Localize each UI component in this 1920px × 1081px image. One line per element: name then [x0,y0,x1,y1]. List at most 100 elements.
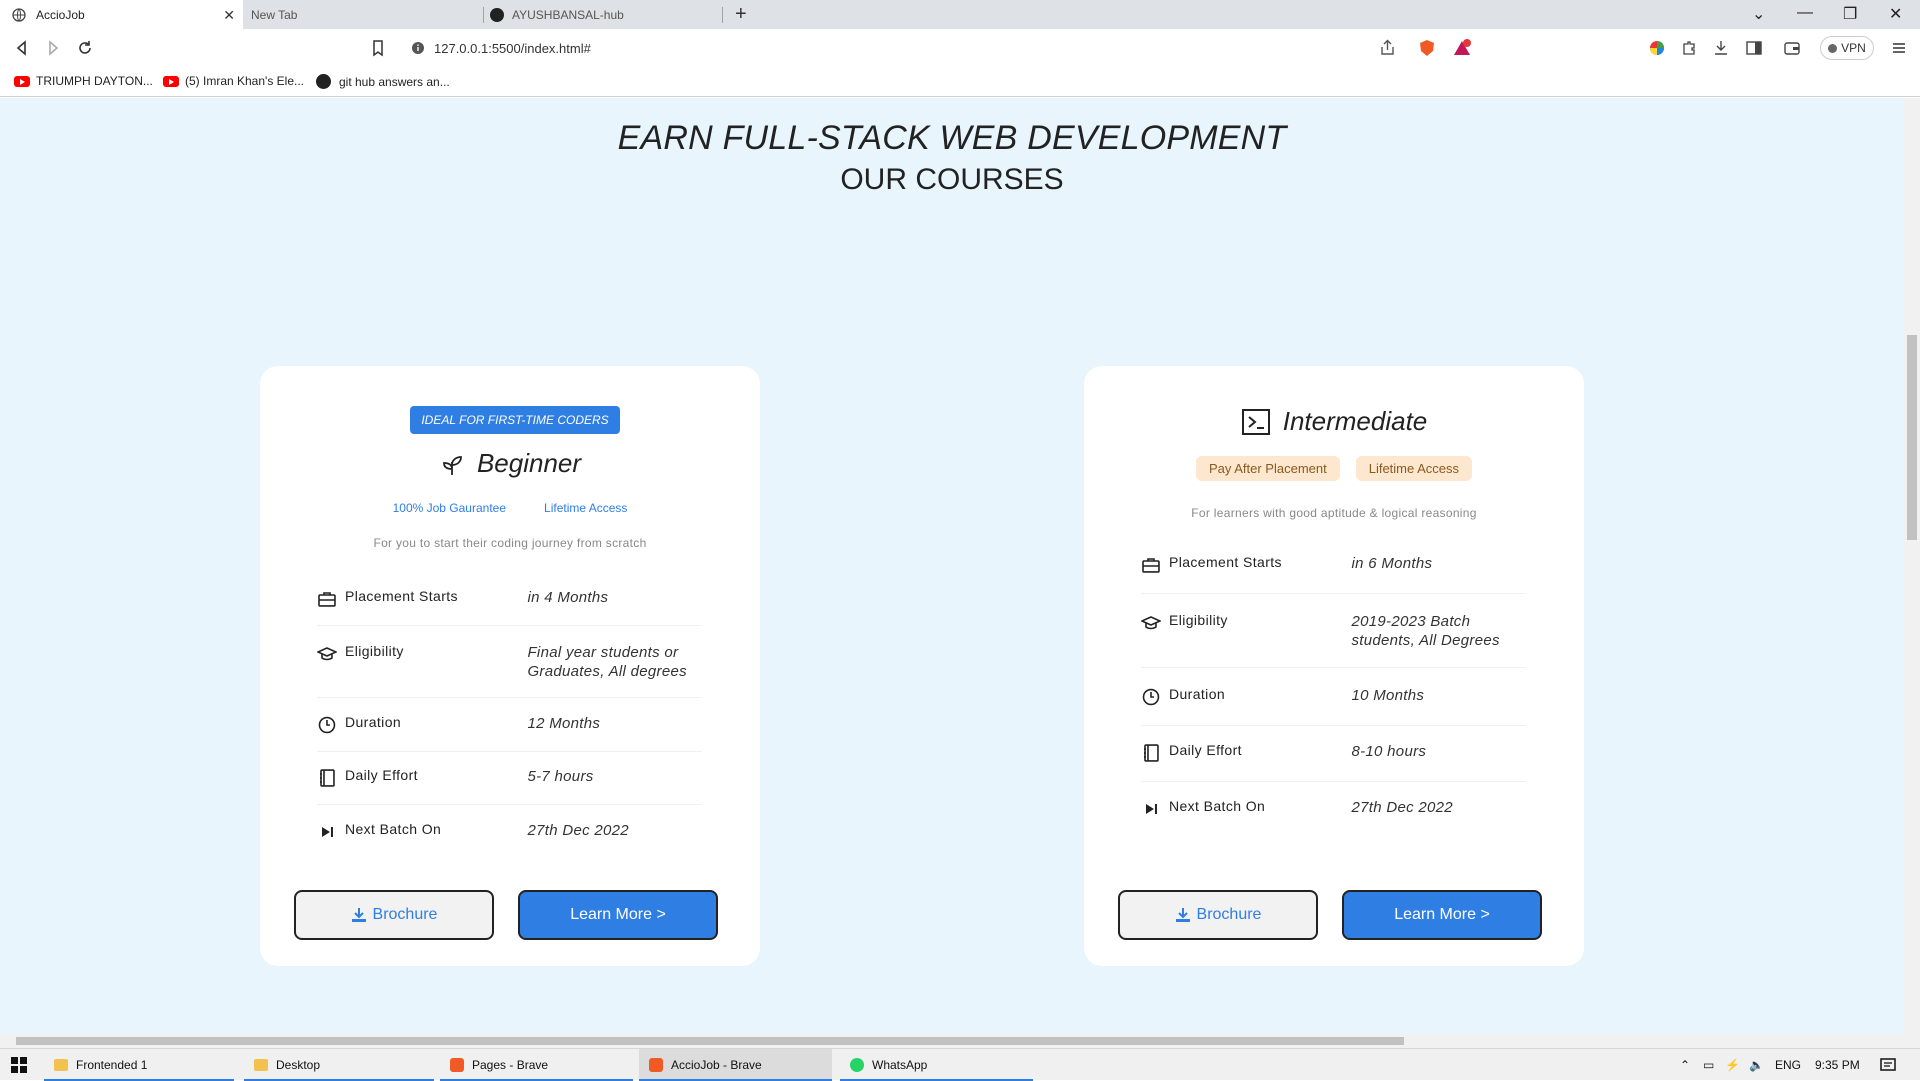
info-label: Next Batch On [344,821,442,837]
info-value: in 6 Months [1351,555,1433,572]
chevron-up-icon[interactable]: ⌃ [1680,1058,1690,1072]
info-label: Placement Starts [344,588,458,604]
network-icon[interactable]: ⚡ [1725,1058,1740,1072]
brave-icon [649,1058,663,1072]
info-row-duration: Duration 10 Months [1141,686,1526,726]
reload-icon[interactable] [75,38,95,58]
briefcase-icon [1142,558,1160,573]
taskbar-item[interactable]: Desktop [244,1049,434,1081]
info-row-duration: Duration 12 Months [317,714,702,752]
close-tab-icon[interactable]: ✕ [223,7,235,24]
notification-icon[interactable] [1880,1057,1896,1073]
info-label: Duration [344,714,402,730]
info-value: Final year students or Graduates, All de… [527,644,687,680]
taskbar-item[interactable]: Frontended 1 [44,1049,234,1081]
info-label: Next Batch On [1168,798,1266,814]
info-row-eligibility: Eligibility 2019-2023 Batch students, Al… [1141,612,1526,668]
info-value: 27th Dec 2022 [1351,799,1453,816]
course-card-intermediate: Intermediate Pay After Placement Lifetim… [1084,366,1584,966]
info-row-daily-effort: Daily Effort 8-10 hours [1141,742,1526,782]
youtube-icon [163,75,179,87]
bookmark-label: (5) Imran Khan's Ele... [185,74,305,88]
volume-icon[interactable]: 🔈 [1749,1058,1764,1072]
course-description: For learners with good aptitude & logica… [1191,506,1477,520]
bookmark-item[interactable]: (5) Imran Khan's Ele... [163,74,304,88]
minimize-button[interactable]: — [1797,4,1813,22]
sprout-icon [443,455,462,475]
menu-icon[interactable] [1889,38,1909,58]
info-value: 8-10 hours [1351,743,1427,760]
info-label: Daily Effort [1168,742,1242,758]
tab-github[interactable]: AYUSHBANSAL-hub [490,0,624,29]
github-icon [490,7,504,22]
restore-button[interactable]: ❐ [1843,4,1857,24]
url-text[interactable]: 127.0.0.1:5500/index.html# [434,41,591,56]
taskbar-item[interactable]: Pages - Brave [440,1049,633,1081]
tab-acciojob[interactable]: AccioJob ✕ [0,0,243,29]
tab-search-icon[interactable]: ⌄ [1752,4,1765,24]
windows-start-icon[interactable] [11,1057,27,1073]
notebook-icon [319,769,335,787]
vpn-button[interactable]: VPN [1820,36,1874,60]
info-row-next-batch: Next Batch On 27th Dec 2022 [317,821,702,859]
briefcase-icon [318,592,336,607]
taskbar-label: WhatsApp [872,1058,928,1072]
brochure-button[interactable]: Brochure [294,890,494,940]
vpn-dot-icon [1828,43,1838,53]
download-icon[interactable] [1711,38,1731,58]
learn-more-button[interactable]: Learn More > [1342,890,1542,940]
close-window-button[interactable]: ✕ [1889,4,1902,24]
tab-strip: AccioJob ✕ New Tab AYUSHBANSAL-hub + ⌄ —… [0,0,1920,29]
bookmark-label: TRIUMPH DAYTON... [36,74,153,88]
color-wheel-icon[interactable] [1647,38,1667,58]
course-badge: IDEAL FOR FIRST-TIME CODERS [410,406,620,434]
brave-icon [450,1058,464,1072]
taskbar-item[interactable]: WhatsApp [840,1049,1033,1081]
scrollbar-thumb[interactable] [1907,335,1917,540]
info-label: Duration [1168,686,1226,702]
windows-taskbar: Frontended 1 Desktop Pages - Brave Accio… [0,1048,1920,1081]
taskbar-label: Pages - Brave [472,1058,549,1072]
learn-more-button[interactable]: Learn More > [518,890,718,940]
download-icon [1175,908,1190,922]
page-subheading: OUR COURSES [840,163,1064,196]
info-value: 12 Months [527,715,601,732]
page-viewport: EARN FULL-STACK WEB DEVELOPMENT OUR COUR… [0,98,1904,1034]
taskbar-item[interactable]: AccioJob - Brave [639,1049,832,1081]
horizontal-scrollbar[interactable] [0,1034,1920,1048]
perk-label: Lifetime Access [544,501,628,515]
brave-shield-icon[interactable] [1417,38,1437,58]
info-label: Daily Effort [344,767,418,783]
clock-time[interactable]: 9:35 PM [1815,1058,1860,1072]
wallet-icon[interactable] [1782,38,1802,58]
brochure-button[interactable]: Brochure [1118,890,1318,940]
share-icon[interactable] [1378,38,1398,58]
extensions-icon[interactable] [1679,38,1699,58]
taskbar-label: AccioJob - Brave [671,1058,762,1072]
tab-title: AYUSHBANSAL-hub [512,7,624,22]
course-perks: 100% Job Gaurantee Lifetime Access [260,501,760,515]
forward-icon[interactable] [43,38,63,58]
taskbar-label: Desktop [276,1058,321,1072]
course-title: Intermediate [1084,406,1584,437]
info-label: Eligibility [1168,612,1228,628]
language-indicator[interactable]: ENG [1775,1058,1801,1072]
info-value: 2019-2023 Batch students, All Degrees [1351,613,1500,649]
new-tab-button[interactable]: + [735,3,747,26]
info-value: in 4 Months [527,589,609,606]
display-icon[interactable]: ▭ [1703,1058,1714,1072]
bookmark-item[interactable]: TRIUMPH DAYTON... [14,74,153,88]
brave-rewards-icon[interactable] [1452,38,1472,58]
clock-icon [318,716,336,734]
vertical-scrollbar[interactable] [1904,98,1920,1034]
sidebar-icon[interactable] [1744,38,1764,58]
tab-new-tab[interactable]: New Tab [251,0,297,29]
scrollbar-thumb[interactable] [16,1037,1404,1045]
info-icon[interactable] [411,41,425,55]
info-value: 10 Months [1351,687,1425,704]
tab-title: New Tab [251,7,298,22]
bookmark-item[interactable]: git hub answers an... [316,74,450,89]
back-icon[interactable] [12,38,32,58]
bookmark-icon[interactable] [368,38,388,58]
info-row-placement: Placement Starts in 6 Months [1141,554,1526,594]
